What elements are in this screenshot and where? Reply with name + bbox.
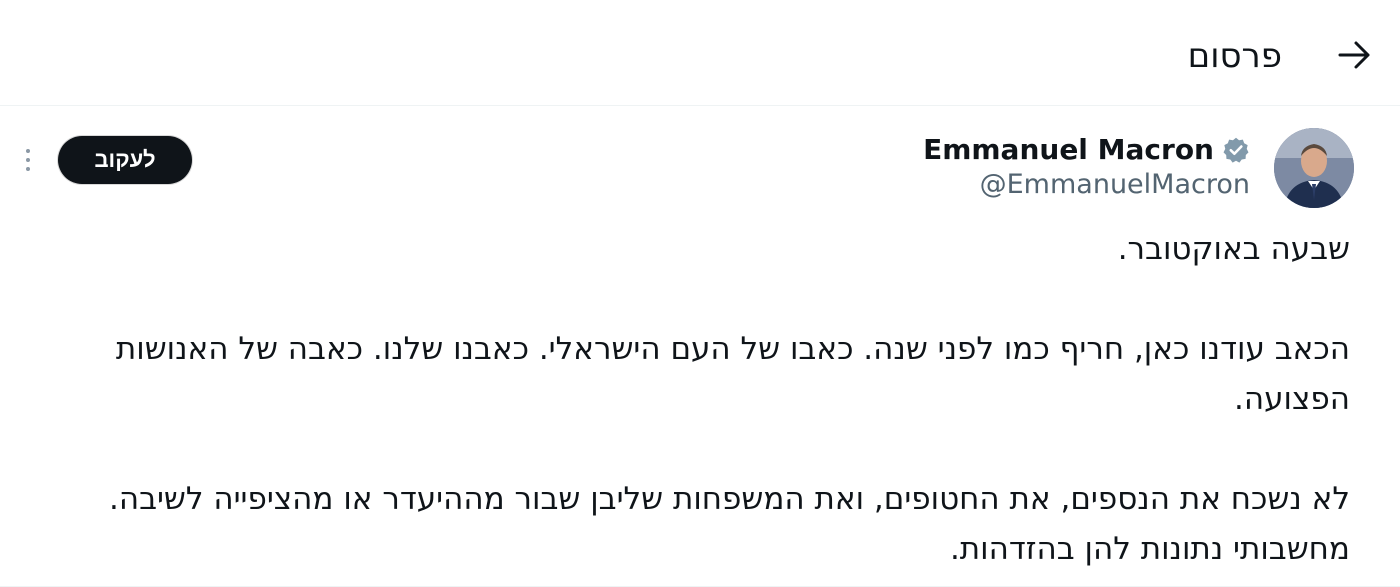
- author-photo: [1274, 128, 1354, 208]
- follow-button[interactable]: לעקוב: [58, 136, 192, 184]
- more-options-icon[interactable]: [16, 142, 40, 178]
- more-dot: [26, 149, 30, 153]
- tweet: Emmanuel Macron @EmmanuelMacron לעקוב שב…: [0, 106, 1400, 587]
- author-avatar[interactable]: [1274, 128, 1354, 208]
- tweet-paragraph: הכאב עודנו כאן, חריף כמו לפני שנה. כאבו …: [115, 331, 1350, 417]
- back-button[interactable]: [1330, 30, 1380, 80]
- arrow-right-icon: [1338, 41, 1370, 69]
- more-dot: [26, 167, 30, 171]
- tweet-text: שבעה באוקטובר. הכאב עודנו כאן, חריף כמו …: [40, 224, 1350, 574]
- tweet-paragraph: לא נשכח את הנספים, את החטופים, ואת המשפח…: [108, 481, 1350, 567]
- page-title: פרסום: [1187, 36, 1282, 76]
- verified-badge-icon: [1223, 137, 1249, 163]
- more-dot: [26, 158, 30, 162]
- author-name-text: Emmanuel Macron: [923, 133, 1214, 166]
- post-header: פרסום: [0, 0, 1400, 106]
- tweet-paragraph: שבעה באוקטובר.: [1117, 231, 1350, 267]
- author-handle[interactable]: @EmmanuelMacron: [980, 168, 1250, 202]
- author-name[interactable]: Emmanuel Macron: [923, 132, 1250, 168]
